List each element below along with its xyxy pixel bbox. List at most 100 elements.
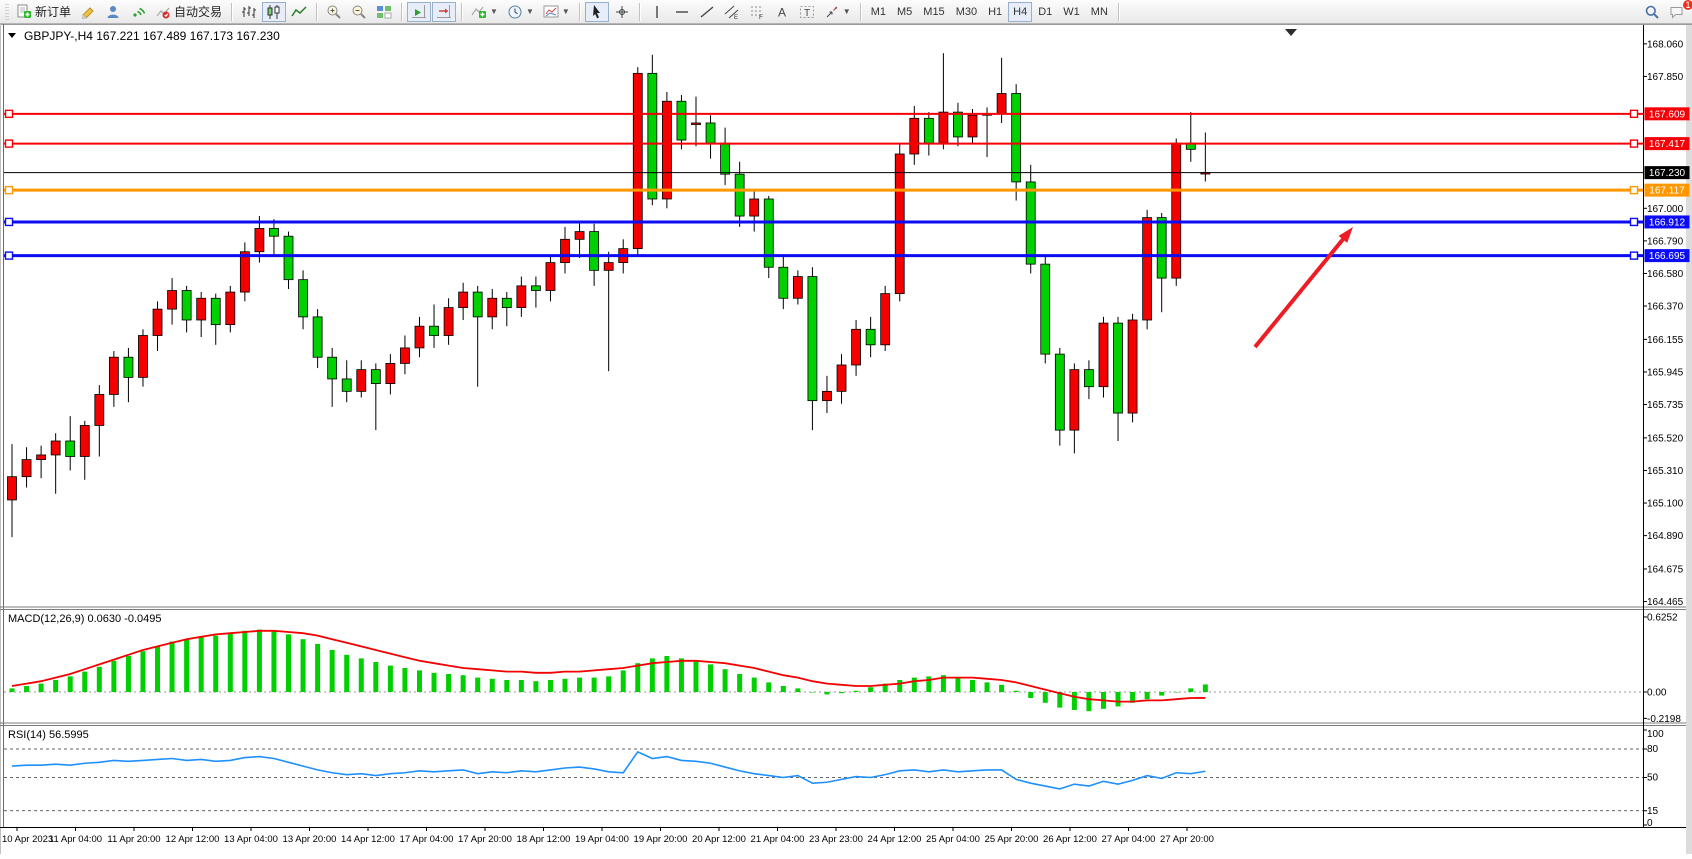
timeframe-button-H1[interactable]: H1 [983,2,1007,22]
svg-text:23 Apr 23:00: 23 Apr 23:00 [809,834,863,845]
timeframe-button-MN[interactable]: MN [1086,2,1113,22]
svg-text:164.890: 164.890 [1647,531,1684,542]
auto-trading-button[interactable]: 自动交易 [151,2,226,22]
macd-bar [635,663,640,692]
text-button[interactable]: A [770,2,794,22]
svg-text:167.000: 167.000 [1647,204,1684,215]
line-handle[interactable] [6,110,13,117]
candle-body [124,357,133,377]
crayon-button[interactable] [76,2,100,22]
shapes-button[interactable]: ▼ [820,2,855,22]
line-handle[interactable] [6,252,13,259]
toolbar-separator [579,3,580,21]
line-chart-button[interactable] [287,2,311,22]
periods-button[interactable]: ▼ [503,2,538,22]
candle-body [8,477,17,500]
cursor-button[interactable] [585,2,609,22]
signal-icon [130,4,146,20]
line-handle[interactable] [1631,187,1638,194]
svg-text:15: 15 [1647,806,1659,817]
chart-shift-button[interactable] [432,2,456,22]
new-order-icon [16,4,32,20]
chart-window[interactable]: GBPJPY-,H4 167.221 167.489 167.173 167.2… [0,24,1692,854]
toolbar-grip [5,4,9,20]
svg-text:MACD(12,26,9) 0.0630 -0.0495: MACD(12,26,9) 0.0630 -0.0495 [8,613,161,625]
svg-text:165.100: 165.100 [1647,499,1684,510]
macd-bar [68,676,73,692]
macd-bar [708,664,713,692]
fibonacci-button[interactable]: F [745,2,769,22]
macd-bar [1145,692,1150,699]
templates-button[interactable]: ▼ [539,2,574,22]
timeframe-button-M30[interactable]: M30 [951,2,982,22]
fibonacci-icon: F [749,4,765,20]
auto-scroll-button[interactable] [407,2,431,22]
candle-body [910,118,919,154]
line-handle[interactable] [1631,140,1638,147]
candle-body [22,460,31,477]
svg-text:0.6252: 0.6252 [1647,612,1678,623]
timeframe-button-H4[interactable]: H4 [1008,2,1032,22]
candle-body [852,329,861,365]
candle-body [735,174,744,216]
macd-bar [999,685,1004,692]
macd-bar [824,692,829,694]
svg-text:164.465: 164.465 [1647,597,1684,608]
candle-body [211,298,220,324]
search-button[interactable] [1640,2,1664,22]
bar-chart-button[interactable] [237,2,261,22]
main-toolbar: 新订单 自动交易 ▼ ▼ [0,0,1692,24]
svg-text:0.00: 0.00 [1647,688,1667,699]
line-chart-icon [291,4,307,20]
notifications-button[interactable]: 1 [1665,2,1689,22]
candlestick-chart-button[interactable] [262,2,286,22]
line-handle[interactable] [1631,218,1638,225]
profile-button[interactable] [101,2,125,22]
vertical-line-button[interactable] [645,2,669,22]
tile-windows-button[interactable] [372,2,396,22]
line-handle[interactable] [6,187,13,194]
line-handle[interactable] [6,218,13,225]
horizontal-line-button[interactable] [670,2,694,22]
macd-bar [868,687,873,692]
trendline-button[interactable] [695,2,719,22]
macd-bar [155,646,160,692]
svg-text:166.155: 166.155 [1647,335,1684,346]
macd-bar [24,686,29,692]
zoom-out-button[interactable] [347,2,371,22]
text-label-button[interactable]: T [795,2,819,22]
svg-text:167.417: 167.417 [1649,139,1686,150]
new-order-button[interactable]: 新订单 [12,2,75,22]
chevron-down-icon: ▼ [843,7,851,16]
timeframe-button-D1[interactable]: D1 [1033,2,1057,22]
svg-text:25 Apr 04:00: 25 Apr 04:00 [926,834,980,845]
timeframe-button-W1[interactable]: W1 [1058,2,1085,22]
timeframe-button-M15[interactable]: M15 [918,2,949,22]
indicators-button[interactable]: ▼ [467,2,502,22]
cursor-icon [589,4,605,20]
line-handle[interactable] [6,140,13,147]
candle-body [546,263,555,291]
candle-body [575,232,584,240]
svg-text:166.912: 166.912 [1649,217,1686,228]
svg-text:50: 50 [1647,773,1659,784]
candle-body [444,308,453,336]
equidistant-channel-button[interactable]: E [720,2,744,22]
crosshair-button[interactable] [610,2,634,22]
candle-body [168,291,177,310]
svg-text:14 Apr 12:00: 14 Apr 12:00 [341,834,395,845]
line-handle[interactable] [1631,252,1638,259]
candle-body [182,291,191,320]
candle-body [837,365,846,391]
macd-bar [461,675,466,692]
svg-text:17 Apr 20:00: 17 Apr 20:00 [458,834,512,845]
candle-body [138,336,147,378]
timeframe-button-M1[interactable]: M1 [866,2,891,22]
macd-bar [1086,692,1091,711]
candle-body [721,143,730,174]
svg-text:T: T [804,8,810,19]
zoom-in-button[interactable] [322,2,346,22]
signal-button[interactable] [126,2,150,22]
line-handle[interactable] [1631,110,1638,117]
timeframe-button-M5[interactable]: M5 [892,2,917,22]
